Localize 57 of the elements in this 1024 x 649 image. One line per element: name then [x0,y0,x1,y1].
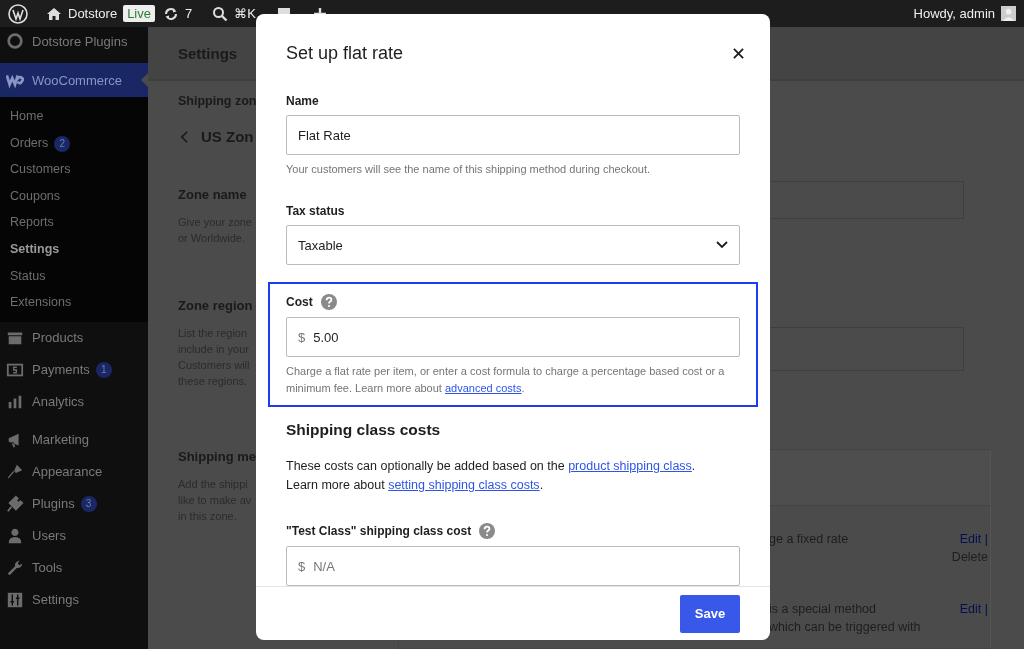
circle-icon [6,32,24,50]
submenu-item[interactable]: Extensions [0,289,148,316]
site-name[interactable]: Dotstore [68,6,118,21]
submenu-item[interactable]: Customers [0,156,148,183]
submenu-item[interactable]: Home [0,103,148,130]
tax-status-select[interactable]: Taxable [286,225,740,265]
updates-count[interactable]: 7 [185,6,193,21]
greeting[interactable]: Howdy, admin [913,6,995,21]
sidebar-item[interactable]: Marketing [0,423,148,456]
text-link[interactable]: product shipping class [568,459,692,473]
field-label: Tax status [286,204,345,218]
field-label: Name [286,94,319,108]
sidebar-item[interactable]: Payments 1 [0,353,148,386]
search-icon[interactable] [212,5,229,22]
sliders-icon [6,590,24,609]
user-icon [6,526,24,545]
count-badge: 3 [80,495,97,512]
home-icon[interactable] [46,5,62,22]
modal-title: Set up flat rate [286,42,404,64]
help-text: Charge a flat rate per item, or enter a cost formula to charge a percentage based cost or a minimum fee. Learn more about advanced costs. [286,364,726,396]
cost-field[interactable]: $ N/A [286,546,740,586]
count-badge: 1 [95,361,112,378]
sidebar-item[interactable]: Tools [0,551,148,584]
help-text: Your customers will see the name of this shipping method during checkout. [286,162,651,177]
cost-field[interactable]: $ 5.00 [286,317,740,357]
refresh-icon[interactable] [163,5,179,22]
sidebar-item[interactable]: Dotstore Plugins [0,27,148,55]
help-icon[interactable] [320,294,337,310]
sidebar-item[interactable]: Plugins 3 [0,487,148,520]
live-badge: Live [123,5,155,22]
sidebar-item[interactable]: Analytics [0,385,148,418]
wrench-icon [6,558,24,577]
field-label: Cost [286,295,313,309]
help-icon[interactable] [479,523,496,539]
sidebar-item[interactable]: Settings [0,583,148,616]
submenu-item[interactable]: Status [0,262,148,290]
name-field[interactable]: Flat Rate [286,115,740,155]
sidebar-item[interactable]: Users [0,519,148,552]
plug-icon [6,494,24,513]
sidebar-item[interactable]: Appearance [0,455,148,488]
chevron-down-icon [716,241,728,249]
save-button[interactable]: Save [680,594,740,633]
wordpress-logo-icon[interactable] [8,3,28,24]
submenu-item[interactable]: Orders 2 [0,129,148,157]
search-shortcut[interactable]: ⌘K [234,6,256,21]
submenu-item[interactable]: Settings [0,235,148,263]
sidebar-item[interactable]: WooCommerce [0,63,148,97]
submenu-item[interactable]: Reports [0,209,148,236]
text-link[interactable]: setting shipping class costs [388,478,540,492]
section-heading: Shipping class costs [286,421,442,439]
close-icon[interactable] [733,47,744,59]
field-label: "Test Class" shipping class cost [286,524,472,538]
sidebar-item[interactable]: Products [0,321,148,354]
count-badge: 2 [54,135,71,152]
section-description: These costs can optionally be added based on the product shipping class. Learn more about setting shipping class costs. [286,458,697,494]
brush-icon [6,462,24,481]
submenu-item[interactable]: Coupons [0,182,148,210]
